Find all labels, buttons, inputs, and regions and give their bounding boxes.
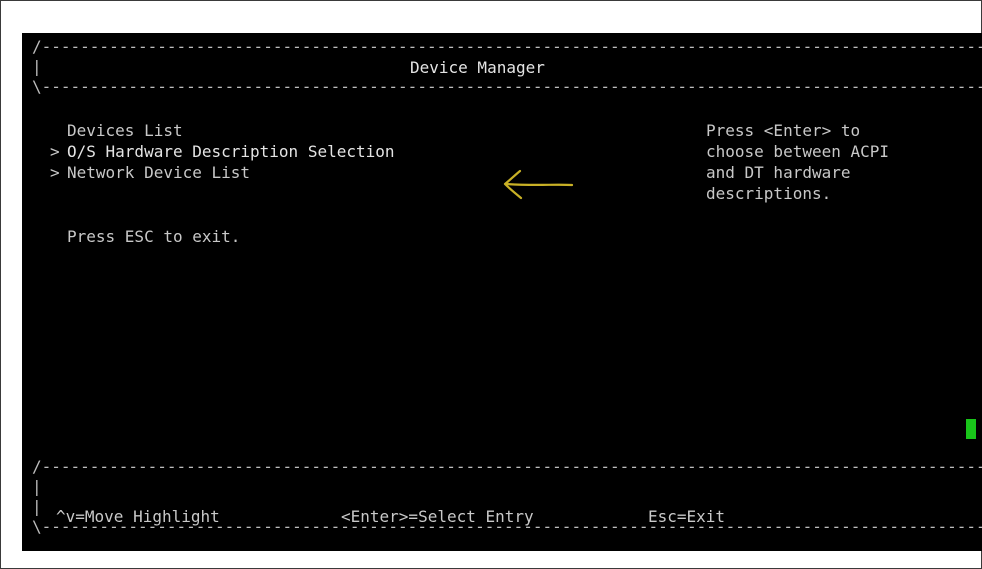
footer-select-entry: <Enter>=Select Entry [341,507,534,526]
footer-exit: Esc=Exit [648,507,726,526]
header-border-top: /---------------------------------------… [32,37,982,56]
block-cursor-icon [966,419,976,439]
hand-drawn-arrow-left-icon [503,169,574,200]
footer-move-highlight: ^v=Move Highlight [56,507,220,526]
terminal-screen: /---------------------------------------… [22,33,982,551]
help-line: Press <Enter> to [706,121,861,140]
menu-item-marker: > [50,163,60,182]
menu-item-marker: > [50,142,60,161]
menu-item-label: Devices List [67,121,183,140]
menu-item-label: O/S Hardware Description Selection [67,142,395,161]
header-border-bottom: \---------------------------------------… [32,77,982,96]
menu-item-label: Network Device List [67,163,251,182]
footer-border-side: | | [32,477,982,496]
help-line: and DT hardware [706,163,851,182]
menu-item-marker [50,120,60,141]
footer-border-top: /---------------------------------------… [32,457,982,476]
help-line: descriptions. [706,184,832,203]
page-title: Device Manager [410,58,545,77]
exit-hint: Press ESC to exit. [67,227,241,246]
help-line: choose between ACPI [706,142,890,161]
